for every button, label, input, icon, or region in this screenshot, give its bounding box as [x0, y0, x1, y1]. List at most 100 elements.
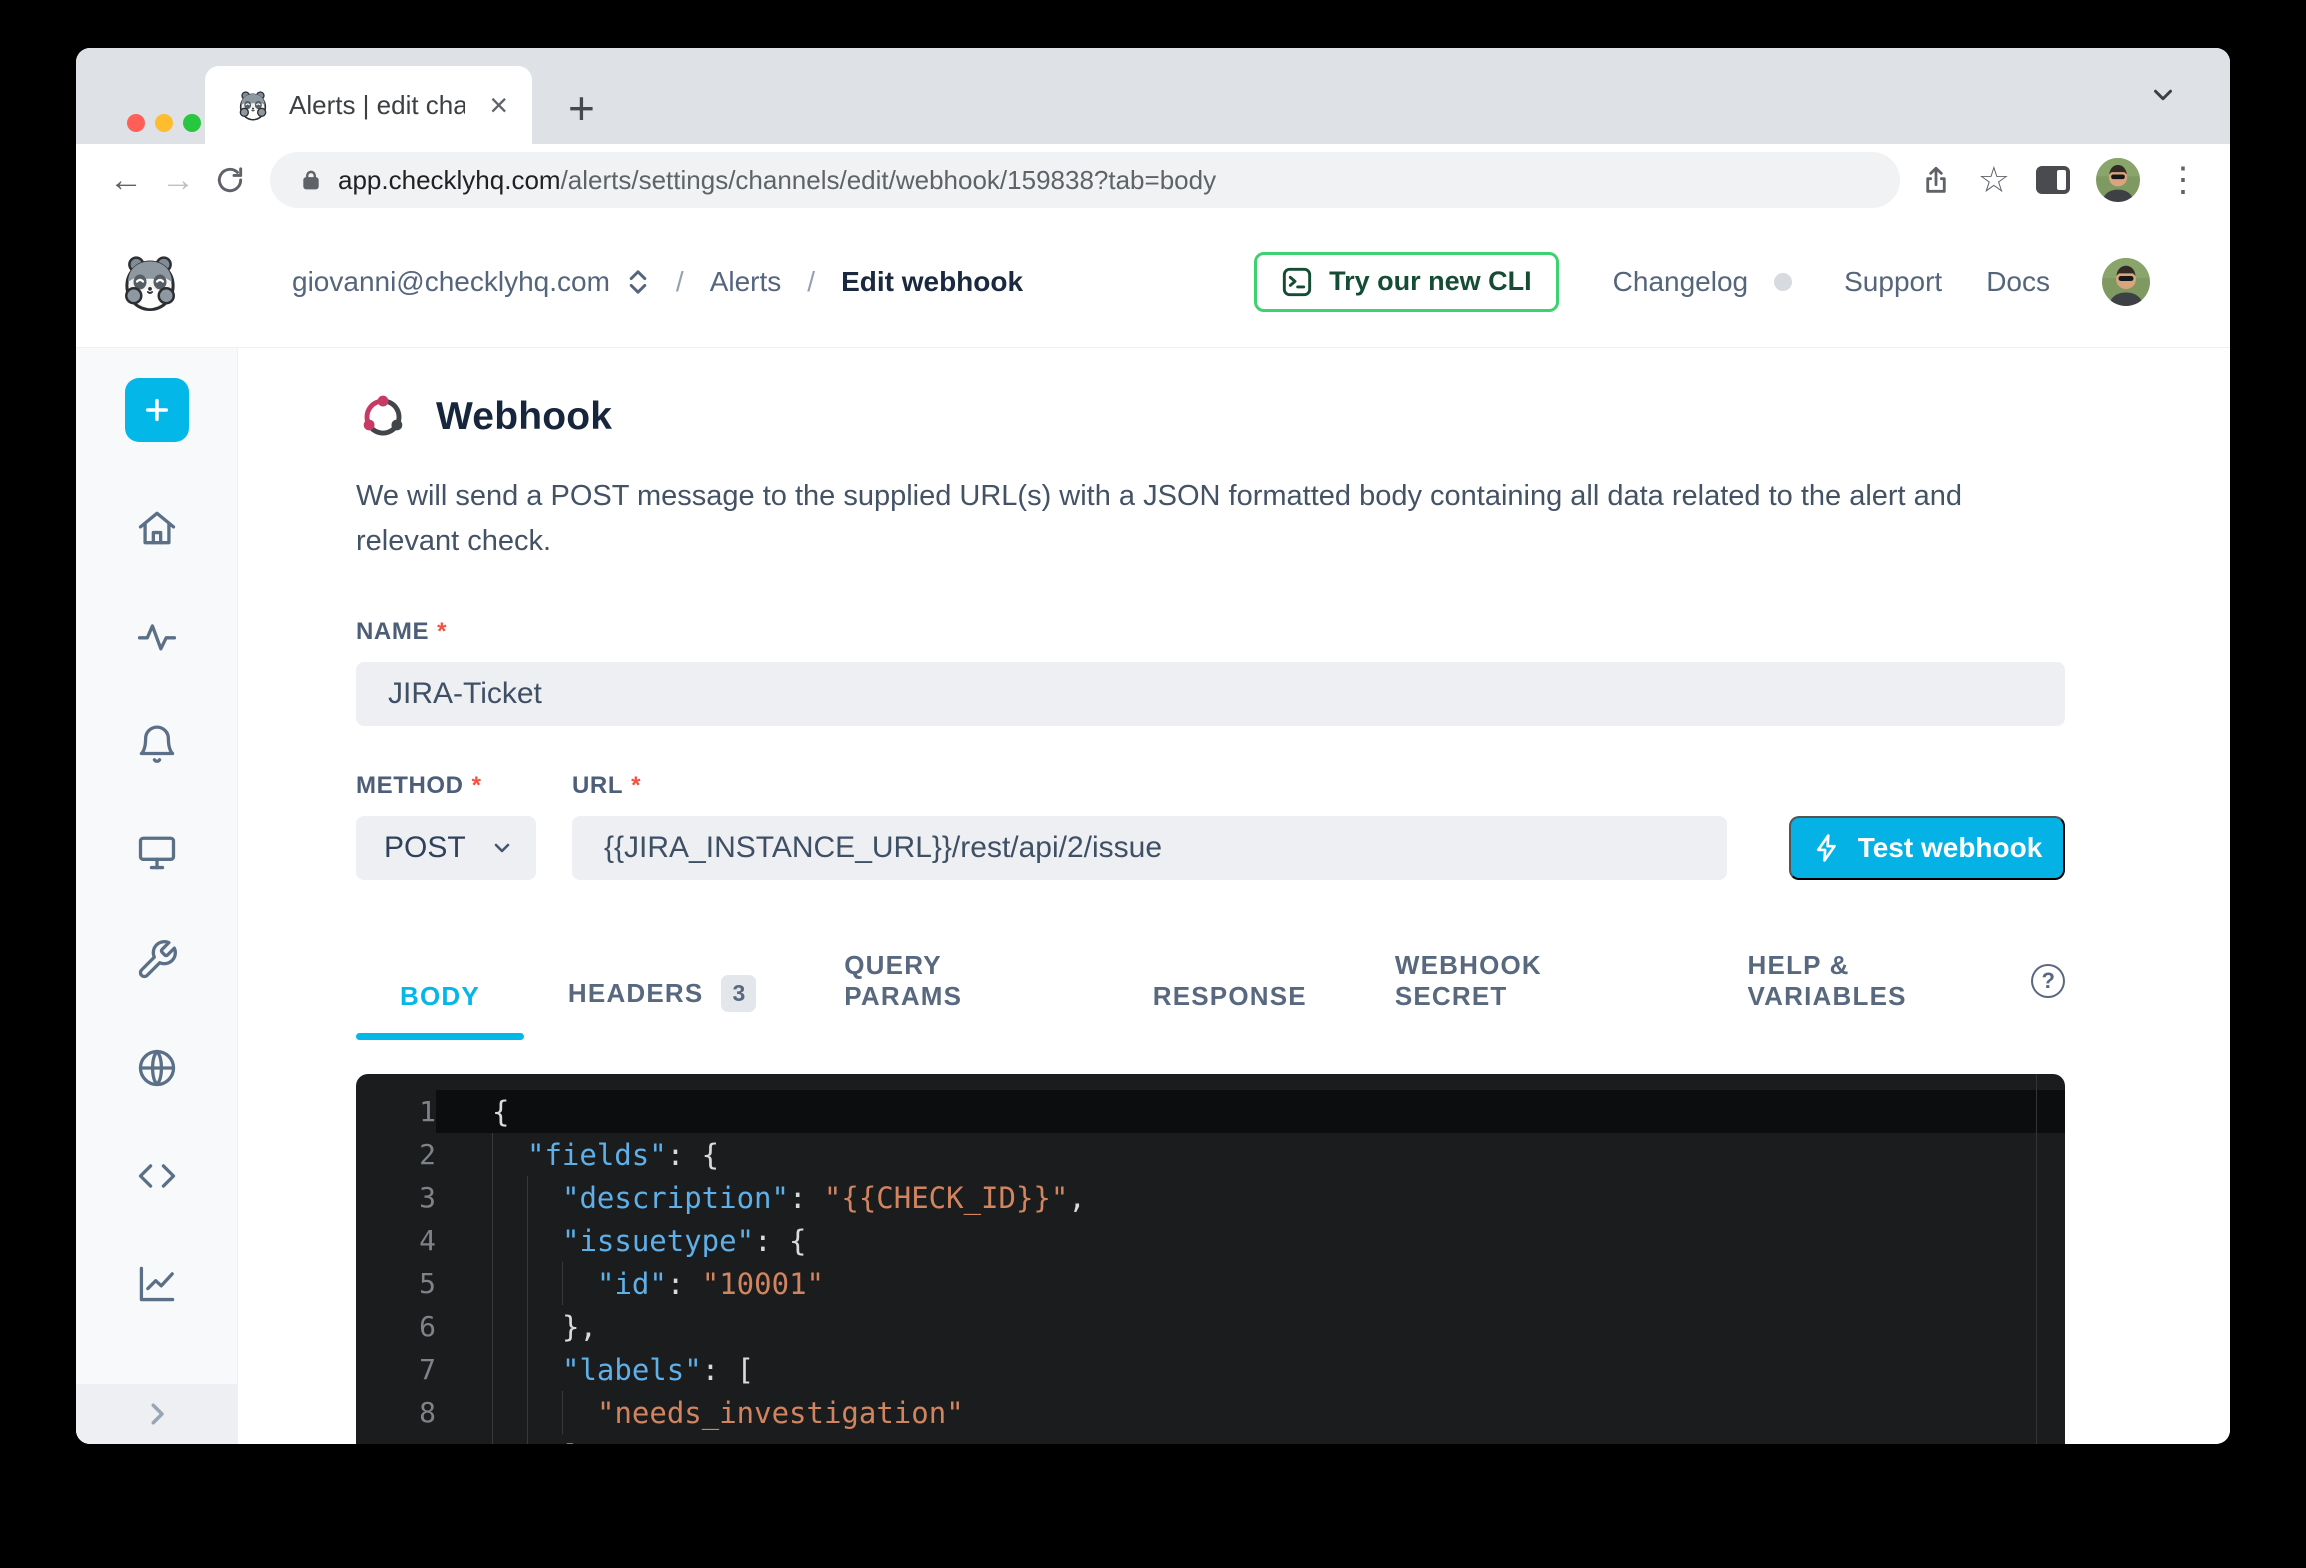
code-line-content[interactable]: "id": "10001" — [436, 1262, 2065, 1305]
code-line-content[interactable]: "fields": { — [436, 1133, 2065, 1176]
breadcrumb-current-page: Edit webhook — [841, 266, 1023, 298]
webhook-icon — [356, 390, 410, 444]
code-token: "labels" — [562, 1353, 702, 1387]
browser-menu-icon[interactable]: ⋮ — [2166, 163, 2200, 197]
code-line-content[interactable]: "issuetype": { — [436, 1219, 2065, 1262]
browser-tab[interactable]: Alerts | edit channel × — [205, 66, 532, 144]
wrench-icon — [135, 938, 179, 982]
code-editor[interactable]: 1{2"fields": {3"description": "{{CHECK_I… — [356, 1074, 2065, 1444]
test-webhook-button[interactable]: Test webhook — [1789, 816, 2065, 880]
reload-icon[interactable] — [204, 154, 256, 206]
browser-profile-avatar[interactable] — [2096, 158, 2140, 202]
sidebar-item-snippets[interactable] — [125, 1122, 189, 1230]
sidebar-item-alerts[interactable] — [125, 690, 189, 798]
url-input[interactable]: {{JIRA_INSTANCE_URL}}/rest/api/2/issue — [572, 816, 1727, 880]
lightning-bolt-icon — [1812, 833, 1842, 863]
url-text: app.checklyhq.com/alerts/settings/channe… — [338, 165, 1216, 196]
method-select[interactable]: POST — [356, 816, 536, 880]
code-line-content[interactable]: }, — [436, 1305, 2065, 1348]
indent-guide — [492, 1434, 527, 1444]
code-line-4: 4"issuetype": { — [356, 1219, 2065, 1262]
chart-icon — [135, 1262, 179, 1306]
tab-webhook-secret[interactable]: WEBHOOK SECRET — [1395, 950, 1660, 1040]
help-and-variables-link[interactable]: HELP & VARIABLES? — [1748, 950, 2065, 1040]
code-line-7: 7"labels": [ — [356, 1348, 2065, 1391]
tab-label: HEADERS — [568, 978, 704, 1009]
browser-window: Alerts | edit channel × + ← → app.checkl… — [76, 48, 2230, 1444]
create-button[interactable] — [125, 378, 189, 442]
code-line-3: 3"description": "{{CHECK_ID}}", — [356, 1176, 2065, 1219]
lock-icon — [298, 167, 324, 193]
sidebar-expand-button[interactable] — [76, 1384, 237, 1444]
browser-tab-strip: Alerts | edit channel × + — [76, 48, 2230, 144]
sidebar-item-checks[interactable] — [125, 582, 189, 690]
share-icon[interactable] — [1920, 164, 1952, 196]
tab-close-icon[interactable]: × — [485, 89, 512, 121]
indent-guide — [492, 1391, 527, 1434]
side-panel-icon[interactable] — [2036, 166, 2070, 194]
code-line-content[interactable]: "needs_investigation" — [436, 1391, 2065, 1434]
sidebar-item-maintenance-windows[interactable] — [125, 906, 189, 1014]
bookmark-star-icon[interactable]: ☆ — [1978, 159, 2010, 201]
sidebar-item-home[interactable] — [125, 474, 189, 582]
method-url-row: METHOD* POST URL* {{JIRA_INSTANCE_URL}}/… — [356, 772, 2065, 880]
code-line-content[interactable]: ], — [436, 1434, 2065, 1444]
sidebar-item-analytics[interactable] — [125, 1230, 189, 1338]
nav-link-support[interactable]: Support — [1844, 266, 1942, 298]
line-number: 7 — [356, 1348, 436, 1391]
code-line-content[interactable]: "description": "{{CHECK_ID}}", — [436, 1176, 2065, 1219]
code-token: : — [754, 1224, 789, 1258]
code-line-1: 1{ — [356, 1090, 2065, 1133]
traffic-lights — [127, 114, 201, 132]
breadcrumb-separator: / — [807, 266, 815, 298]
code-line-content[interactable]: "labels": [ — [436, 1348, 2065, 1391]
indent-guide — [527, 1434, 562, 1444]
indent-guide — [492, 1305, 527, 1348]
address-bar[interactable]: app.checklyhq.com/alerts/settings/channe… — [270, 152, 1900, 208]
indent-guide — [492, 1348, 527, 1391]
headers-count-badge: 3 — [721, 975, 756, 1012]
code-token: ], — [562, 1439, 597, 1445]
back-icon[interactable]: ← — [100, 154, 152, 206]
account-switcher[interactable]: giovanni@checklyhq.com — [292, 266, 610, 298]
line-number: 6 — [356, 1305, 436, 1348]
tab-label: RESPONSE — [1153, 981, 1307, 1012]
line-number: 3 — [356, 1176, 436, 1219]
code-token: "needs_investigation" — [597, 1396, 964, 1430]
code-line-2: 2"fields": { — [356, 1133, 2065, 1176]
tab-body[interactable]: BODY — [356, 981, 524, 1040]
checkly-logo[interactable] — [120, 252, 180, 312]
close-window-button[interactable] — [127, 114, 145, 132]
tab-list-chevron-icon[interactable] — [2148, 80, 2178, 110]
nav-link-changelog[interactable]: Changelog — [1613, 266, 1748, 298]
new-tab-button[interactable]: + — [568, 85, 595, 131]
breadcrumb: giovanni@checklyhq.com / Alerts / Edit w… — [292, 265, 1023, 299]
name-input[interactable]: JIRA-Ticket — [356, 662, 2065, 726]
forward-icon[interactable]: → — [152, 154, 204, 206]
code-token: }, — [562, 1310, 597, 1344]
plus-icon — [141, 394, 173, 426]
method-value: POST — [384, 831, 466, 865]
code-line-content[interactable]: { — [436, 1090, 2065, 1133]
nav-link-docs[interactable]: Docs — [1986, 266, 2050, 298]
zoom-window-button[interactable] — [183, 114, 201, 132]
toolbar-actions: ☆ ⋮ — [1920, 158, 2200, 202]
tab-query-params[interactable]: QUERY PARAMS — [844, 950, 1065, 1040]
code-token: : — [667, 1138, 702, 1172]
tab-response[interactable]: RESPONSE — [1153, 981, 1307, 1040]
indent-guide — [527, 1305, 562, 1348]
cli-button-label: Try our new CLI — [1329, 266, 1532, 297]
sidebar-item-private-locations[interactable] — [125, 1014, 189, 1122]
indent-guide — [527, 1176, 562, 1219]
tab-headers[interactable]: HEADERS 3 — [568, 975, 756, 1040]
breadcrumb-alerts-link[interactable]: Alerts — [710, 266, 782, 298]
account-switcher-chevrons-icon[interactable] — [626, 265, 650, 299]
sidebar-item-monitors[interactable] — [125, 798, 189, 906]
indent-guide — [492, 1262, 527, 1305]
code-line-6: 6}, — [356, 1305, 2065, 1348]
minimize-window-button[interactable] — [155, 114, 173, 132]
user-avatar[interactable] — [2102, 258, 2150, 306]
monitor-icon — [135, 830, 179, 874]
try-cli-button[interactable]: Try our new CLI — [1254, 252, 1559, 312]
changelog-notification-dot — [1774, 273, 1792, 291]
